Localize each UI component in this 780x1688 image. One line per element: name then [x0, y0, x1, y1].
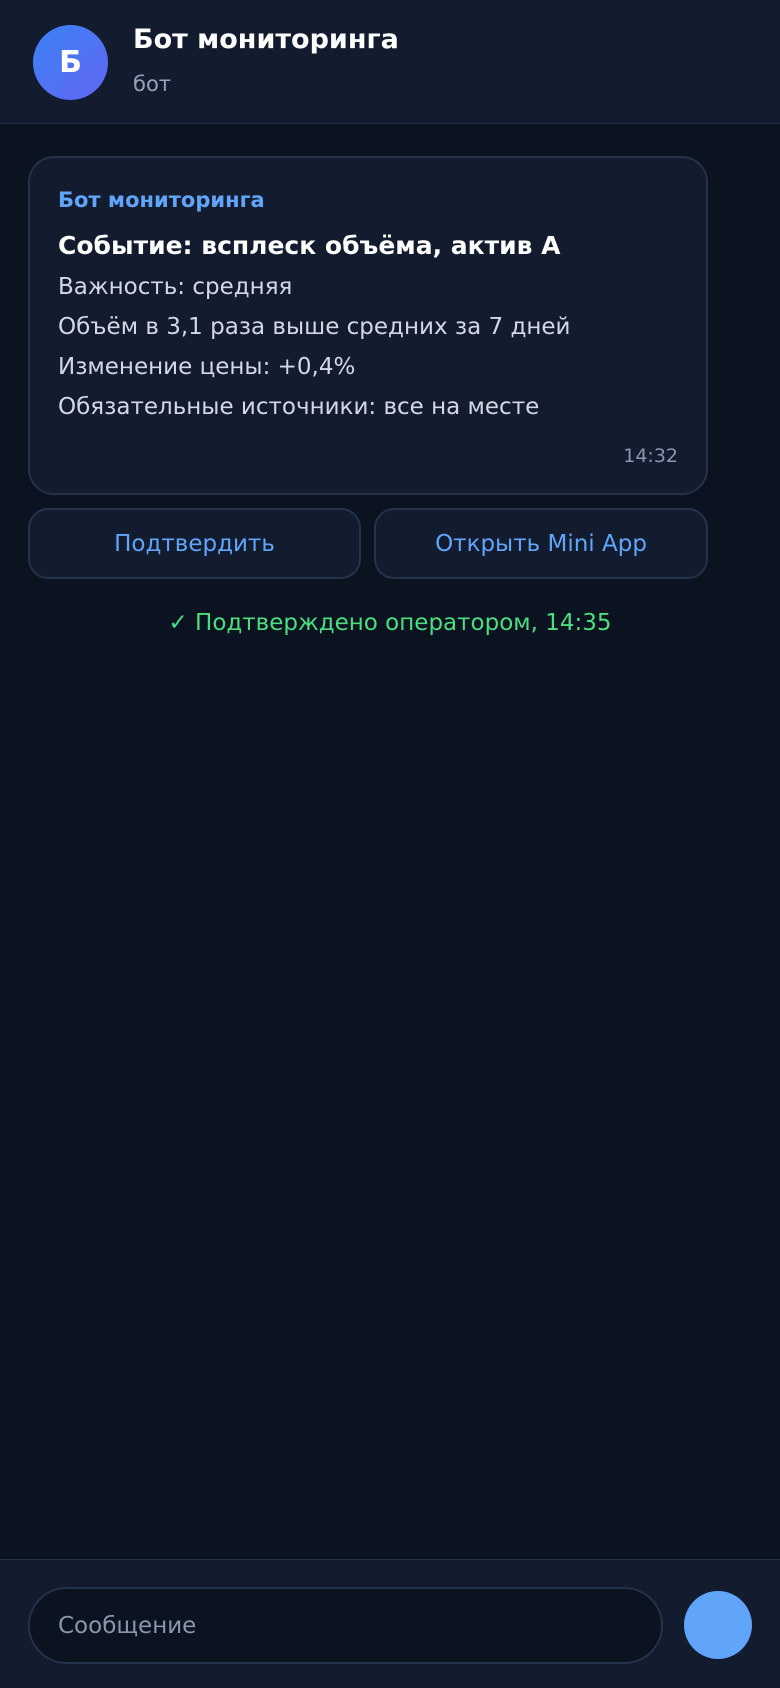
- message-line-sources: Обязательные источники: все на месте: [58, 394, 540, 420]
- chat-header: Б Бот мониторинга бот: [0, 0, 780, 124]
- chat-title: Бот мониторинга: [133, 24, 399, 55]
- open-mini-app-button[interactable]: Открыть Mini App: [374, 508, 708, 579]
- message-sender: Бот мониторинга: [58, 188, 265, 212]
- message-line-importance: Важность: средняя: [58, 274, 293, 300]
- confirm-button[interactable]: Подтвердить: [28, 508, 361, 579]
- message-title: Событие: всплеск объёма, актив A: [58, 231, 561, 260]
- avatar[interactable]: Б: [33, 25, 108, 100]
- chat-subtitle: бот: [133, 72, 172, 96]
- message-line-price-change: Изменение цены: +0,4%: [58, 354, 356, 380]
- message-input[interactable]: [28, 1587, 663, 1664]
- message-line-volume: Объём в 3,1 раза выше средних за 7 дней: [58, 314, 571, 340]
- message-bubble: Бот мониторинга Событие: всплеск объёма,…: [28, 156, 708, 495]
- message-composer: [0, 1559, 780, 1688]
- chat-screen: Б Бот мониторинга бот Бот мониторинга Со…: [0, 0, 780, 1688]
- send-icon[interactable]: [684, 1591, 752, 1659]
- message-time: 14:32: [623, 445, 678, 467]
- confirmation-status: ✓ Подтверждено оператором, 14:35: [168, 610, 612, 636]
